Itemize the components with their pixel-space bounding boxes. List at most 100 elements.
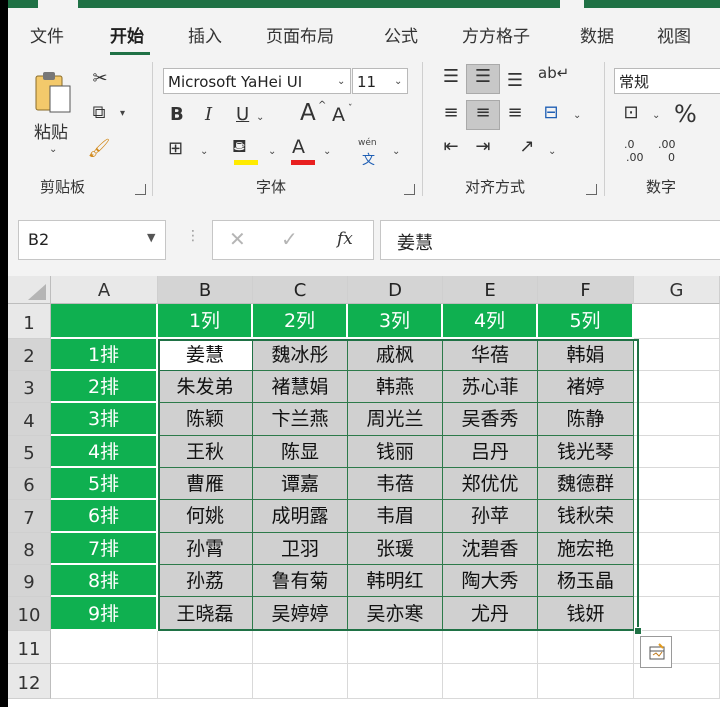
cell-g6[interactable]: [634, 468, 720, 500]
font-size-caret[interactable]: ⌄: [394, 76, 402, 87]
cell-b1[interactable]: 1列: [158, 304, 253, 339]
insert-function-button[interactable]: fx: [337, 229, 353, 249]
italic-button[interactable]: I: [205, 104, 212, 125]
cell-a11[interactable]: [51, 631, 158, 664]
cell-f3[interactable]: 褚婷: [538, 371, 634, 403]
row-header-6[interactable]: 6: [8, 468, 51, 500]
accounting-format-icon[interactable]: ⊡: [618, 102, 644, 123]
font-name-caret[interactable]: ⌄: [337, 76, 345, 87]
tab-insert[interactable]: 插入: [188, 22, 222, 47]
tab-file[interactable]: 文件: [30, 22, 64, 47]
cell-f2[interactable]: 韩娟: [538, 339, 634, 371]
orientation-icon[interactable]: ↗: [514, 136, 540, 157]
merge-center-caret[interactable]: ⌄: [573, 110, 581, 121]
cell-g1[interactable]: [634, 304, 720, 339]
font-name-combo[interactable]: Microsoft YaHei UI: [163, 68, 351, 94]
cell-e12[interactable]: [443, 664, 538, 699]
cell-f5[interactable]: 钱光琴: [538, 436, 634, 468]
cell-e3[interactable]: 苏心菲: [443, 371, 538, 403]
cell-d10[interactable]: 吴亦寒: [348, 597, 443, 631]
cell-e5[interactable]: 吕丹: [443, 436, 538, 468]
cell-b4[interactable]: 陈颖: [158, 403, 253, 436]
percent-style-button[interactable]: %: [674, 100, 697, 128]
row-header-8[interactable]: 8: [8, 533, 51, 565]
paste-dropdown-caret[interactable]: ⌄: [49, 144, 57, 155]
cell-d4[interactable]: 周光兰: [348, 403, 443, 436]
cell-c9[interactable]: 鲁有菊: [253, 565, 348, 597]
cell-a1[interactable]: [51, 304, 158, 339]
confirm-entry-icon[interactable]: ✓: [281, 227, 298, 251]
name-box-caret[interactable]: ▼: [147, 231, 155, 244]
cell-c4[interactable]: 卞兰燕: [253, 403, 348, 436]
cell-c10[interactable]: 吴婷婷: [253, 597, 348, 631]
top-align-icon[interactable]: ☰: [438, 66, 464, 87]
cell-g4[interactable]: [634, 403, 720, 436]
cell-d12[interactable]: [348, 664, 443, 699]
cell-c5[interactable]: 陈显: [253, 436, 348, 468]
grow-font-button[interactable]: A: [300, 100, 316, 126]
cell-d6[interactable]: 韦蓓: [348, 468, 443, 500]
tab-formulas[interactable]: 公式: [384, 22, 418, 47]
cell-a6[interactable]: 5排: [51, 468, 158, 500]
cell-f4[interactable]: 陈静: [538, 403, 634, 436]
cell-a5[interactable]: 4排: [51, 436, 158, 468]
phonetic-guide-button[interactable]: 文: [362, 149, 375, 168]
cell-f9[interactable]: 杨玉晶: [538, 565, 634, 597]
font-color-caret[interactable]: ⌄: [323, 146, 331, 157]
left-align-icon[interactable]: ≡: [438, 102, 464, 123]
row-header-7[interactable]: 7: [8, 500, 51, 533]
cell-c11[interactable]: [253, 631, 348, 664]
number-format-combo[interactable]: 常规: [614, 68, 720, 94]
cell-a4[interactable]: 3排: [51, 403, 158, 436]
column-header-a[interactable]: A: [51, 276, 158, 304]
cell-d3[interactable]: 韩燕: [348, 371, 443, 403]
cell-d11[interactable]: [348, 631, 443, 664]
row-header-10[interactable]: 10: [8, 597, 51, 631]
cell-b11[interactable]: [158, 631, 253, 664]
decrease-indent-icon[interactable]: ⇤: [438, 136, 464, 157]
row-header-4[interactable]: 4: [8, 403, 51, 436]
row-header-3[interactable]: 3: [8, 371, 51, 403]
alignment-launcher-icon[interactable]: [586, 184, 597, 195]
cell-f8[interactable]: 施宏艳: [538, 533, 634, 565]
cell-b5[interactable]: 王秋: [158, 436, 253, 468]
cell-e6[interactable]: 郑优优: [443, 468, 538, 500]
column-header-e[interactable]: E: [443, 276, 538, 304]
cell-a8[interactable]: 7排: [51, 533, 158, 565]
cell-d1[interactable]: 3列: [348, 304, 443, 339]
cell-a10[interactable]: 9排: [51, 597, 158, 631]
bold-button[interactable]: B: [170, 104, 184, 125]
cell-b7[interactable]: 何姚: [158, 500, 253, 533]
row-header-11[interactable]: 11: [8, 631, 51, 664]
column-header-g[interactable]: G: [634, 276, 720, 304]
fill-color-icon[interactable]: ⛾: [232, 136, 247, 160]
cell-a3[interactable]: 2排: [51, 371, 158, 403]
column-header-f[interactable]: F: [538, 276, 634, 304]
font-color-button[interactable]: A: [292, 136, 305, 158]
column-header-d[interactable]: D: [348, 276, 443, 304]
cell-f7[interactable]: 钱秋荣: [538, 500, 634, 533]
cell-g5[interactable]: [634, 436, 720, 468]
cell-g12[interactable]: [634, 664, 720, 699]
cancel-entry-icon[interactable]: ✕: [229, 227, 246, 251]
cell-a2[interactable]: 1排: [51, 339, 158, 371]
cell-f10[interactable]: 钱妍: [538, 597, 634, 631]
column-header-c[interactable]: C: [253, 276, 348, 304]
cell-b10[interactable]: 王晓磊: [158, 597, 253, 631]
cell-b2[interactable]: 姜慧: [158, 339, 253, 371]
orientation-caret[interactable]: ⌄: [548, 146, 556, 157]
cell-a7[interactable]: 6排: [51, 500, 158, 533]
formula-input[interactable]: 姜慧: [380, 220, 720, 260]
row-header-2[interactable]: 2: [8, 339, 51, 371]
cell-e10[interactable]: 尤丹: [443, 597, 538, 631]
cell-d9[interactable]: 韩明红: [348, 565, 443, 597]
paste-button[interactable]: [33, 70, 75, 116]
cut-icon[interactable]: ✂: [88, 68, 112, 89]
middle-align-icon[interactable]: ☰: [470, 66, 496, 87]
quick-analysis-button[interactable]: [640, 636, 672, 668]
cell-g7[interactable]: [634, 500, 720, 533]
tab-data[interactable]: 数据: [580, 22, 614, 47]
merge-center-icon[interactable]: ⊟: [538, 102, 564, 123]
cell-c8[interactable]: 卫羽: [253, 533, 348, 565]
cell-b9[interactable]: 孙荔: [158, 565, 253, 597]
